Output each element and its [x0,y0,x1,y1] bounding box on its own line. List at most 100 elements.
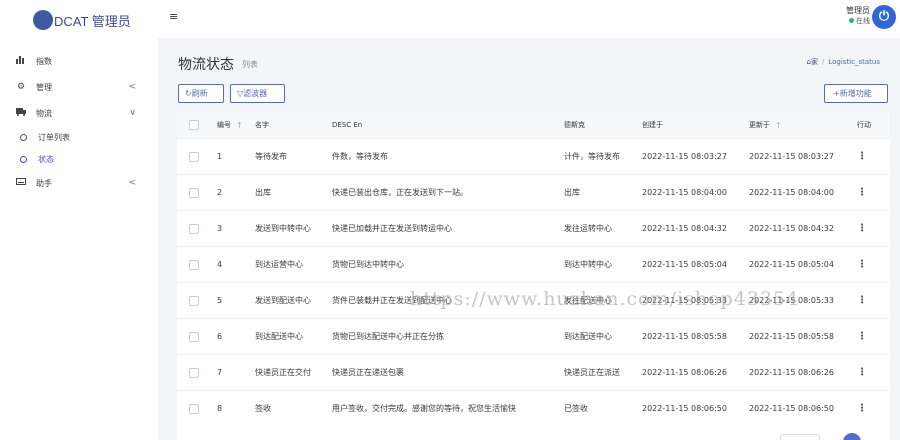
cell-id: 5 [217,296,223,305]
cell-id: 6 [217,332,223,341]
table-row: 3 发送到中转中心 快递已加载并正在发送到转运中心 发往运转中心 2022-11-15 … [177,210,890,246]
more-actions-icon[interactable]: ⋮ [857,259,867,270]
keyboard-icon [15,178,27,188]
chevron-down-icon: ∨ [129,108,136,118]
page-size-select[interactable] [780,434,820,440]
brand[interactable]: DCAT 管理员 [0,0,158,40]
cell-desc: 快递员正在递送包裹 [332,368,404,377]
sidebar-item-label: 物流 [36,108,52,118]
cell-desc: 货物已到达配送中心并正在分拣 [332,332,444,341]
circle-icon [20,133,27,141]
refresh-button[interactable]: ↻刷新 [178,84,224,103]
sidebar-item-logistics[interactable]: 物流 ∨ [0,100,158,126]
table-row: 7 快递员正在交付 快递员正在递送包裹 快递员正在派送 2022-11-15 08:06… [177,354,890,390]
truck-icon [15,107,27,119]
table-row: 1 等待发布 件数，等待发布 计件，等待发布 2022-11-15 08:03:27 20… [177,138,890,174]
sidebar-item-label: 指数 [36,56,52,66]
select-all-checkbox[interactable] [189,120,199,130]
filter-button[interactable]: ▽滤波器 [230,84,285,103]
more-actions-icon[interactable]: ⋮ [857,367,867,378]
add-new-button[interactable]: +新增功能 [824,84,888,103]
sidebar-item-manage[interactable]: ⚙ 管理 < [0,74,158,100]
cell-created: 2022-11-15 08:04:00 [642,188,727,197]
sidebar-item-helper[interactable]: 助手 < [0,170,158,196]
cell-name: 到达运营中心 [255,260,303,269]
cell-dname: 发往配送中心 [564,296,612,305]
cell-created: 2022-11-15 08:05:33 [642,296,727,305]
user-info[interactable]: 管理员 在线 [846,5,870,26]
header-updated[interactable]: 更新于 ↑ [749,112,782,138]
data-table: 编号 ↑ 名字 DESC En 德斯克 创建于 更新于 ↑ 行动 1 等待发布 件数，等… [177,112,890,440]
more-actions-icon[interactable]: ⋮ [857,331,867,342]
cell-updated: 2022-11-15 08:04:32 [749,224,834,233]
cell-desc: 用户签收，交付完成。感谢您的等待，祝您生活愉快 [332,404,516,413]
more-actions-icon[interactable]: ⋮ [857,151,867,162]
row-select-cell [189,355,199,390]
row-select-cell [189,247,199,282]
sort-up-icon[interactable]: ↑ [775,121,782,130]
table-row: 8 签收 用户签收，交付完成。感谢您的等待，祝您生活愉快 已签收 2022-11-15 … [177,390,890,426]
sidebar-item-label: 助手 [36,178,52,188]
chevron-left-icon: < [128,178,136,188]
topbar: ≡ 管理员 在线 ⏻ [158,0,900,38]
table-row: 6 到达配送中心 货物已到达配送中心并正在分拣 到达配送中心 2022-11-15 08… [177,318,890,354]
cell-id: 1 [217,152,223,161]
sidebar-item-order-list[interactable]: 订单列表 [0,126,158,148]
circle-icon [20,155,27,163]
gear-icon: ⚙ [16,82,26,92]
cell-updated: 2022-11-15 08:03:27 [749,152,834,161]
sidebar-item-status[interactable]: 状态 [0,148,158,170]
cell-name: 签收 [255,404,271,413]
cell-id: 3 [217,224,223,233]
cell-updated: 2022-11-15 08:05:58 [749,332,834,341]
sidebar-item-index[interactable]: 指数 [0,48,158,74]
cell-dname: 计件，等待发布 [564,152,620,161]
cell-name: 发送到配送中心 [255,296,311,305]
table-row: 4 到达运营中心 货物已到达中转中心 到达中转中心 2022-11-15 08:05:0… [177,246,890,282]
user-status: 在线 [846,16,870,26]
cell-dname: 出库 [564,188,580,197]
cell-name: 快递员正在交付 [255,368,311,377]
logo-icon [33,10,53,30]
cell-dname: 快递员正在派送 [564,368,620,377]
sidebar: DCAT 管理员 指数 ⚙ 管理 < 物流 ∨ 订单列表 状态 助手 < [0,0,158,440]
online-dot-icon [849,18,854,23]
cell-created: 2022-11-15 08:05:58 [642,332,727,341]
row-checkbox[interactable] [189,367,199,378]
row-checkbox[interactable] [189,187,199,198]
cell-id: 2 [217,188,223,197]
more-actions-icon[interactable]: ⋮ [857,295,867,306]
filter-label: 滤波器 [243,89,268,98]
cell-desc: 货件已装载并正在发送到配送中心 [332,296,452,305]
menu-toggle-icon[interactable]: ≡ [169,10,178,23]
cell-updated: 2022-11-15 08:04:00 [749,188,834,197]
row-checkbox[interactable] [189,259,199,270]
header-desc: DESC En [332,121,363,129]
row-actions-cell: ⋮ [857,391,867,426]
cell-updated: 2022-11-15 08:05:04 [749,260,834,269]
power-icon[interactable]: ⏻ [872,5,896,29]
breadcrumb: ⌂家 / Logistic_status [807,57,880,67]
more-actions-icon[interactable]: ⋮ [857,187,867,198]
cell-updated: 2022-11-15 08:06:26 [749,368,834,377]
row-checkbox[interactable] [189,331,199,342]
sort-up-icon[interactable]: ↑ [236,121,243,130]
cell-dname: 已签收 [564,404,588,413]
sidebar-item-label: 订单列表 [38,132,70,142]
more-actions-icon[interactable]: ⋮ [857,223,867,234]
sidebar-item-label: 管理 [36,82,52,92]
row-actions-cell: ⋮ [857,355,867,390]
row-checkbox[interactable] [189,295,199,306]
row-checkbox[interactable] [189,151,199,162]
breadcrumb-home[interactable]: ⌂家 [807,58,818,66]
cell-created: 2022-11-15 08:06:26 [642,368,727,377]
table-row: 2 出库 快递已装出仓库，正在发送到下一站。 出库 2022-11-15 08:04:0… [177,174,890,210]
more-actions-icon[interactable]: ⋮ [857,403,867,414]
row-checkbox[interactable] [189,223,199,234]
header-id[interactable]: 编号 ↑ [217,112,243,138]
user-name: 管理员 [846,6,870,15]
cell-created: 2022-11-15 08:03:27 [642,152,727,161]
header-updated-label: 更新于 [749,121,770,129]
row-select-cell [189,283,199,318]
row-checkbox[interactable] [189,403,199,414]
